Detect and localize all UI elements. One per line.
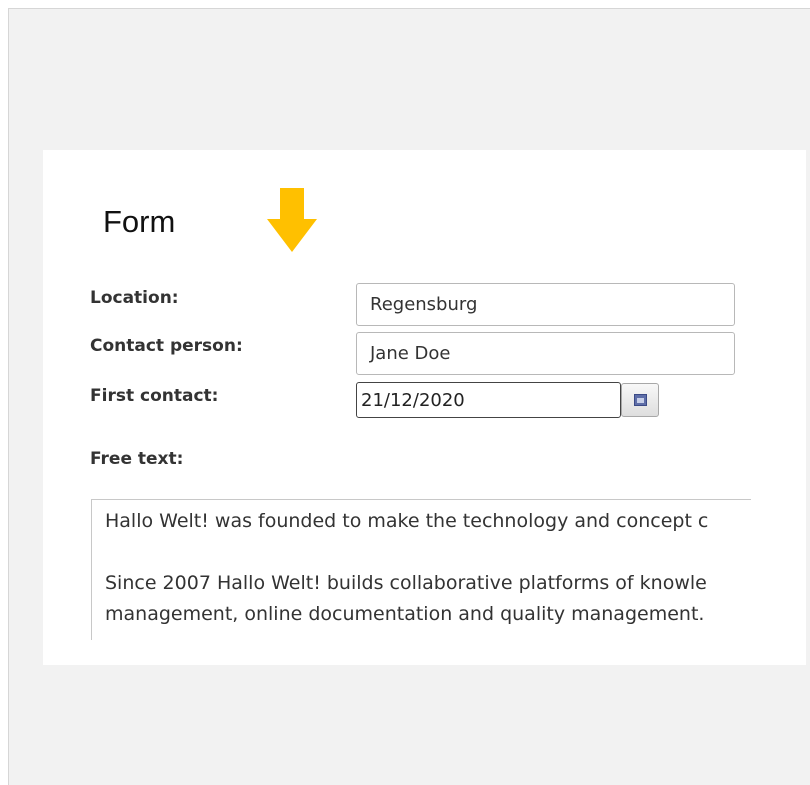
calendar-button[interactable] [621, 383, 659, 417]
outer-frame: Form Location: Regensburg Contact person… [8, 8, 810, 785]
free-text-line: management, online documentation and qua… [105, 603, 705, 625]
form-title: Form [103, 204, 176, 239]
contact-person-input[interactable]: Jane Doe [356, 332, 735, 375]
free-text-line: Since 2007 Hallo Welt! builds collaborat… [105, 572, 707, 594]
calendar-icon [633, 394, 647, 406]
location-label: Location: [90, 288, 179, 308]
free-text-line [105, 537, 751, 568]
free-text-line: Hallo Welt! was founded to make the tech… [105, 510, 709, 532]
free-text-label: Free text: [90, 449, 184, 469]
free-text-textarea[interactable]: Hallo Welt! was founded to make the tech… [91, 499, 751, 640]
first-contact-label: First contact: [90, 386, 219, 406]
arrow-down-shape [267, 188, 317, 252]
form-card: Form Location: Regensburg Contact person… [43, 150, 806, 665]
location-input[interactable]: Regensburg [356, 283, 735, 326]
arrow-down-icon [267, 188, 317, 252]
first-contact-date-input[interactable]: 21/12/2020 [356, 382, 621, 418]
contact-person-label: Contact person: [90, 336, 243, 356]
